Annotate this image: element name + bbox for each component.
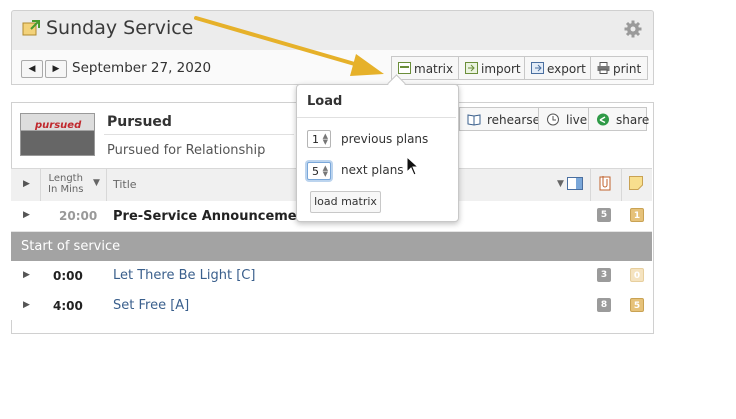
printer-icon (597, 62, 610, 74)
column-options-caret-icon[interactable]: ▼ (557, 179, 564, 189)
load-matrix-button[interactable]: load matrix (310, 191, 381, 213)
import-button[interactable]: import (458, 56, 525, 80)
export-icon (531, 62, 544, 74)
column-separator (590, 168, 591, 201)
stepper-arrows-icon[interactable]: ▲ ▼ (323, 165, 328, 178)
item-thumbnail[interactable]: pursued (20, 113, 95, 156)
export-label: export (547, 62, 586, 76)
share-icon (597, 113, 609, 126)
length-header-line1: Length (48, 173, 83, 184)
share-button[interactable]: share (588, 107, 650, 131)
popover-divider (297, 117, 456, 118)
attachment-icon (599, 176, 611, 191)
column-separator (106, 168, 107, 201)
plan-document-icon (22, 20, 40, 36)
length-sort-caret-icon[interactable]: ▼ (93, 178, 100, 188)
matrix-icon (398, 62, 411, 74)
files-count-badge[interactable]: 3 (597, 268, 611, 282)
note-icon (629, 176, 643, 190)
share-label: share (616, 113, 650, 127)
files-count-badge[interactable]: 5 (597, 208, 611, 222)
plan-title: Sunday Service (46, 17, 194, 39)
row-title-link[interactable]: Let There Be Light [C] (113, 268, 255, 283)
live-label: live (566, 113, 588, 127)
previous-date-button[interactable]: ◀ (21, 60, 43, 78)
import-icon (465, 62, 478, 74)
row-length: 20:00 (59, 209, 98, 223)
expand-all-toggle[interactable]: ▶ (23, 179, 30, 189)
item-divider (104, 134, 294, 135)
matrix-label: matrix (414, 62, 454, 76)
row-expand-toggle[interactable]: ▶ (23, 300, 30, 310)
previous-plans-label: previous plans (341, 132, 429, 146)
clock-icon (547, 113, 559, 126)
table-row[interactable] (11, 261, 652, 292)
files-count-badge[interactable]: 8 (597, 298, 611, 312)
gear-icon[interactable] (624, 20, 642, 38)
column-separator (40, 168, 41, 201)
row-title-link[interactable]: Set Free [A] (113, 298, 189, 313)
notes-count-badge[interactable]: 5 (630, 298, 644, 312)
rehearse-button[interactable]: rehearse (459, 107, 540, 131)
book-icon (467, 114, 481, 126)
next-date-button[interactable]: ▶ (45, 60, 67, 78)
section-header[interactable]: Start of service (11, 232, 652, 261)
section-label: Start of service (21, 239, 121, 254)
stepper-arrows-icon[interactable]: ▲ ▼ (323, 133, 328, 146)
rehearse-label: rehearse (487, 113, 540, 127)
next-plans-label: next plans (341, 163, 404, 177)
column-separator (621, 168, 622, 201)
next-plans-stepper[interactable]: 5 ▲ ▼ (307, 162, 331, 180)
item-subtitle: Pursued for Relationship (107, 143, 266, 158)
columns-icon[interactable] (567, 177, 583, 190)
length-column-header[interactable]: Length In Mins (48, 173, 83, 195)
notes-count-badge[interactable]: 0 (630, 268, 644, 282)
mouse-pointer-icon (406, 156, 420, 176)
previous-plans-stepper[interactable]: 1 ▲ ▼ (307, 130, 331, 148)
thumbnail-text: pursued (35, 120, 82, 131)
title-column-header[interactable]: Title (113, 178, 137, 191)
item-name: Pursued (107, 114, 172, 130)
row-expand-toggle[interactable]: ▶ (23, 210, 30, 220)
notes-count-badge[interactable]: 1 (630, 208, 644, 222)
table-row[interactable] (11, 291, 652, 320)
row-length: 4:00 (53, 299, 83, 313)
length-header-line2: In Mins (48, 184, 84, 195)
matrix-button[interactable]: matrix (391, 56, 459, 80)
export-button[interactable]: export (524, 56, 591, 80)
live-button[interactable]: live (538, 107, 589, 131)
row-expand-toggle[interactable]: ▶ (23, 270, 30, 280)
next-plans-value: 5 (312, 165, 319, 178)
print-button[interactable]: print (590, 56, 648, 80)
row-length: 0:00 (53, 269, 83, 283)
popover-title: Load (307, 94, 343, 109)
previous-plans-value: 1 (312, 133, 319, 146)
import-label: import (481, 62, 521, 76)
annotation-arrow-icon (194, 16, 384, 76)
print-label: print (613, 62, 642, 76)
